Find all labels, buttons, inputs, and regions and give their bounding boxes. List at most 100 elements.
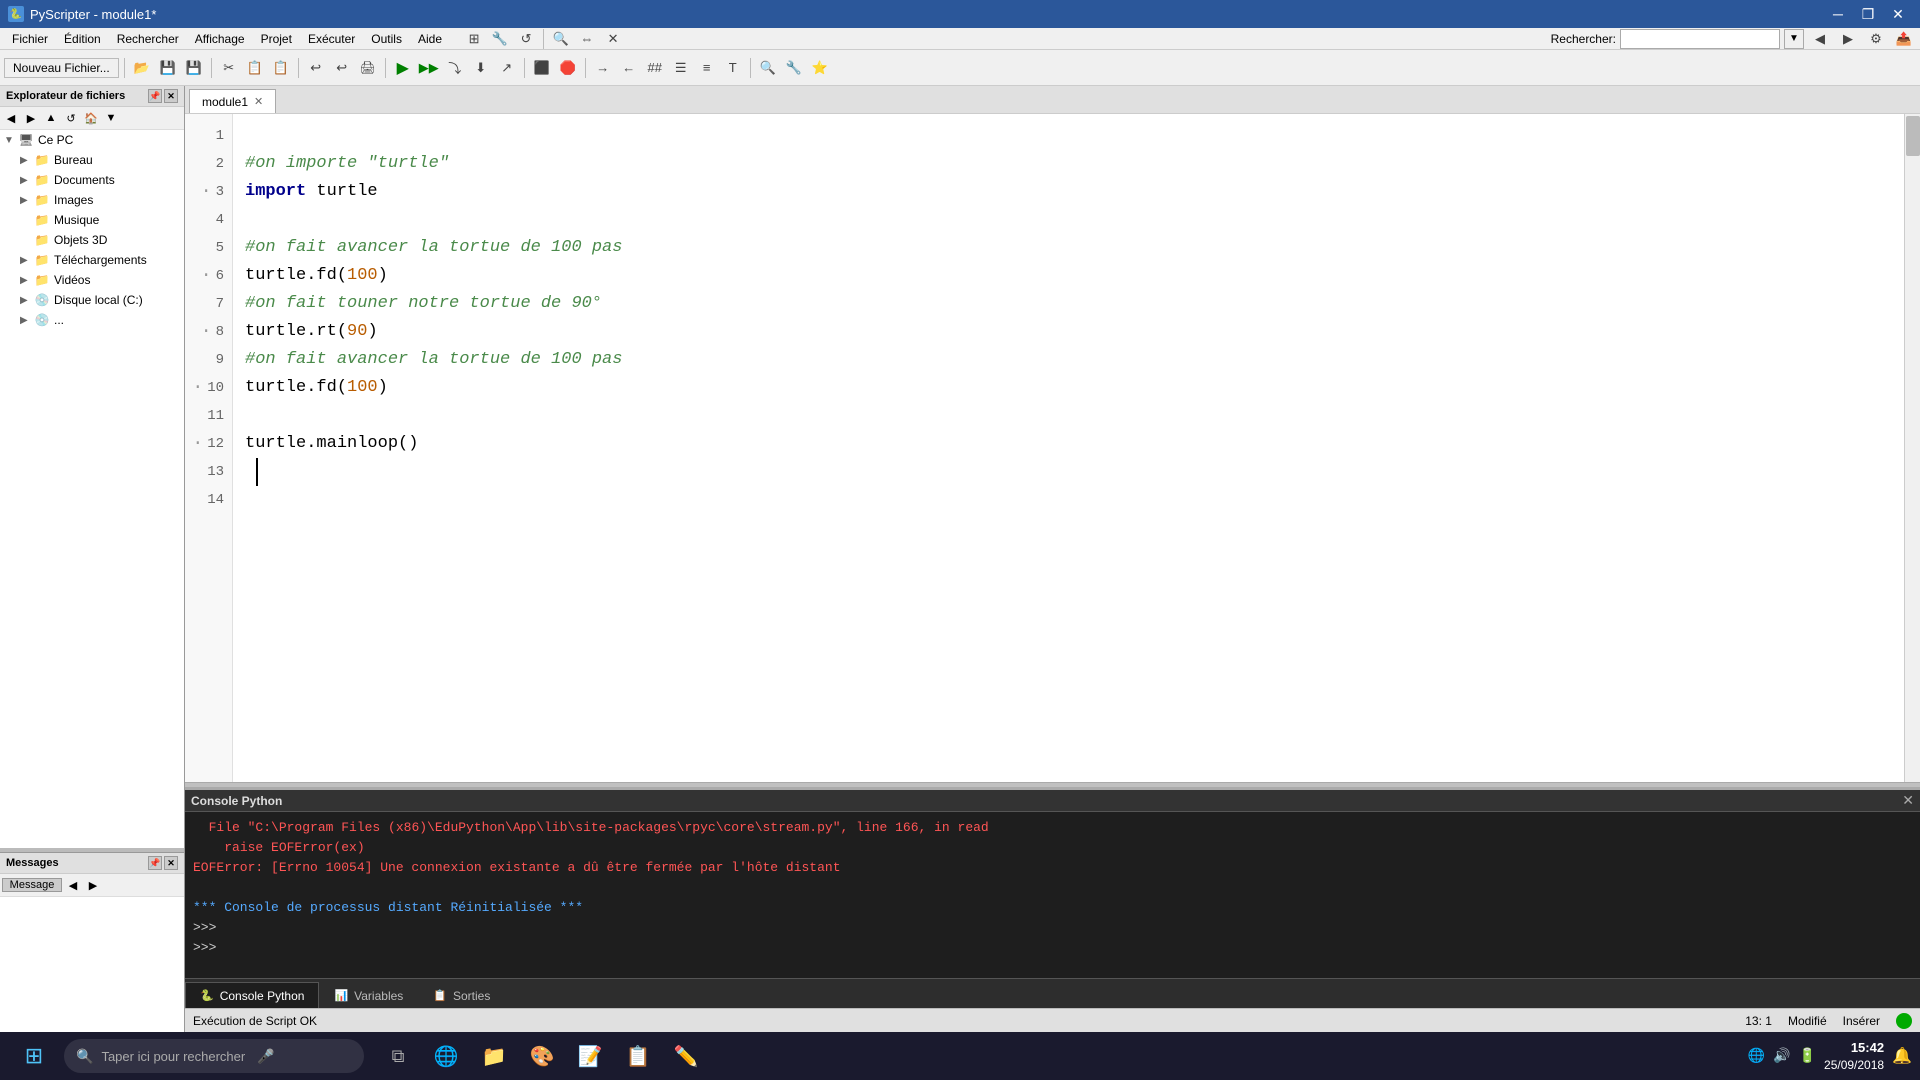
tree-filter-button[interactable]: ▼ [102,109,120,127]
menu-outils[interactable]: Outils [363,30,410,48]
copy-button[interactable]: 📋 [243,56,267,80]
save-button[interactable]: 💾 [156,56,180,80]
tree-home-button[interactable]: 🏠 [82,109,100,127]
close-button[interactable]: ✕ [1884,4,1912,24]
panel-close-button[interactable]: ✕ [164,89,178,103]
tree-item-bureau[interactable]: ▶ 📁 Bureau [0,150,184,170]
battery-icon[interactable]: 🔋 [1799,1047,1816,1064]
minimize-button[interactable]: ─ [1824,4,1852,24]
code-content[interactable]: #on importe "turtle" import turtle #on f… [233,114,1904,782]
app5-button[interactable]: 📋 [616,1036,660,1076]
taskview-button[interactable]: ⧉ [376,1036,420,1076]
redo-button[interactable]: ↩ [330,56,354,80]
stop2-button[interactable]: 🛑 [556,56,580,80]
tab-module1[interactable]: module1 ✕ [189,89,276,113]
search-options-button[interactable]: ⚙ [1864,27,1888,51]
toolbar-search2-icon[interactable]: ⇔ [575,27,599,51]
cut-button[interactable]: ✂ [217,56,241,80]
search-input[interactable] [1620,29,1780,49]
menu-executer[interactable]: Exécuter [300,30,363,48]
console-close-button[interactable]: ✕ [1902,792,1914,809]
tree-back-button[interactable]: ◀ [2,109,20,127]
search-next-button[interactable]: ▶ [1836,27,1860,51]
tree-item-cepc[interactable]: ▼ 🖥 Ce PC [0,130,184,150]
messages-pin-button[interactable]: 📌 [148,856,162,870]
tree-item-documents[interactable]: ▶ 📁 Documents [0,170,184,190]
msg-prev-button[interactable]: ◀ [64,876,82,894]
indent-button[interactable]: → [591,56,615,80]
tree-item-telechargements[interactable]: ▶ 📁 Téléchargements [0,250,184,270]
msg-col-button[interactable]: Message [2,878,62,892]
tree-item-images[interactable]: ▶ 📁 Images [0,190,184,210]
undo-button[interactable]: ↩ [304,56,328,80]
notification-icon[interactable]: 🔔 [1892,1046,1912,1066]
paste-button[interactable]: 📋 [269,56,293,80]
code-editor[interactable]: 1 2 3 4 5 6 7 8 9 10 11 12 13 14 #on imp… [185,114,1920,782]
chrome-button[interactable]: 🌐 [424,1036,468,1076]
search3-button[interactable]: 🔍 [756,56,780,80]
tab-sorties[interactable]: 📋 Sorties [418,982,505,1008]
tree-up-button[interactable]: ▲ [42,109,60,127]
panel-pin-button[interactable]: 📌 [148,89,162,103]
toolbar-close-search[interactable]: ✕ [601,27,625,51]
wrench-button[interactable]: 🔧 [782,56,806,80]
menu-affichage[interactable]: Affichage [187,30,253,48]
tab-module1-close[interactable]: ✕ [254,95,263,108]
search-export-button[interactable]: 📤 [1892,27,1916,51]
tree-forward-button[interactable]: ▶ [22,109,40,127]
line-num-2: 2 [185,150,232,178]
toolbar-icon-3[interactable]: ↺ [514,27,538,51]
stop-button[interactable]: ⬛ [530,56,554,80]
menu-edition[interactable]: Édition [56,30,109,48]
taskbar-search-box[interactable]: 🔍 Taper ici pour rechercher 🎤 [64,1039,364,1073]
menu-fichier[interactable]: Fichier [4,30,56,48]
search-prev-button[interactable]: ◀ [1808,27,1832,51]
new-file-button[interactable]: Nouveau Fichier... [4,58,119,78]
step-over-button[interactable]: ↗ [495,56,519,80]
tray-time[interactable]: 15:42 25/09/2018 [1824,1039,1884,1074]
tree-item-more[interactable]: ▶ 💿 ... [0,310,184,330]
tree-item-musique[interactable]: 📁 Musique [0,210,184,230]
hash-button[interactable]: ## [643,56,667,80]
app6-button[interactable]: ✏️ [664,1036,708,1076]
messages-close-button[interactable]: ✕ [164,856,178,870]
scroll-thumb[interactable] [1906,116,1920,156]
tab-console-python[interactable]: 🐍 Console Python [185,982,319,1008]
menu-aide[interactable]: Aide [410,30,450,48]
toolbar-icon-2[interactable]: 🔧 [488,27,512,51]
restore-button[interactable]: ❐ [1854,4,1882,24]
list-button[interactable]: ☰ [669,56,693,80]
msg-next-button[interactable]: ▶ [84,876,102,894]
toolbar-search-icon[interactable]: 🔍 [549,27,573,51]
blender-button[interactable]: 🎨 [520,1036,564,1076]
save-all-button[interactable]: 💾 [182,56,206,80]
network-icon[interactable]: 🌐 [1748,1047,1765,1064]
tree-item-diskc[interactable]: ▶ 💿 Disque local (C:) [0,290,184,310]
step-into-button[interactable]: ⬇ [469,56,493,80]
tree-refresh-button[interactable]: ↺ [62,109,80,127]
format-button[interactable]: ≡ [695,56,719,80]
tree-item-objets3d[interactable]: 📁 Objets 3D [0,230,184,250]
text-button[interactable]: T [721,56,745,80]
print-button[interactable]: 🖨 [356,56,380,80]
tree-item-videos[interactable]: ▶ 📁 Vidéos [0,270,184,290]
fileexplorer-button[interactable]: 📁 [472,1036,516,1076]
search-dropdown-button[interactable]: ▼ [1784,29,1804,49]
volume-icon[interactable]: 🔊 [1773,1047,1790,1064]
run2-button[interactable]: ▶▶ [417,56,441,80]
step-button[interactable]: ⤵ [443,56,467,80]
file-explorer-header[interactable]: Explorateur de fichiers 📌 ✕ [0,86,184,107]
editor-scrollbar[interactable] [1904,114,1920,782]
menu-projet[interactable]: Projet [253,30,300,48]
run-button[interactable]: ▶ [391,56,415,80]
tab-variables[interactable]: 📊 Variables [319,982,418,1008]
file-explorer-title: Explorateur de fichiers [6,90,125,102]
start-button[interactable]: ⊞ [8,1038,60,1074]
notepad-button[interactable]: 📝 [568,1036,612,1076]
toolbar-icon-1[interactable]: ⊞ [462,27,486,51]
messages-header[interactable]: Messages 📌 ✕ [0,853,184,874]
menu-rechercher[interactable]: Rechercher [109,30,187,48]
unindent-button[interactable]: ← [617,56,641,80]
open-button[interactable]: 📂 [130,56,154,80]
star-button[interactable]: ⭐ [808,56,832,80]
